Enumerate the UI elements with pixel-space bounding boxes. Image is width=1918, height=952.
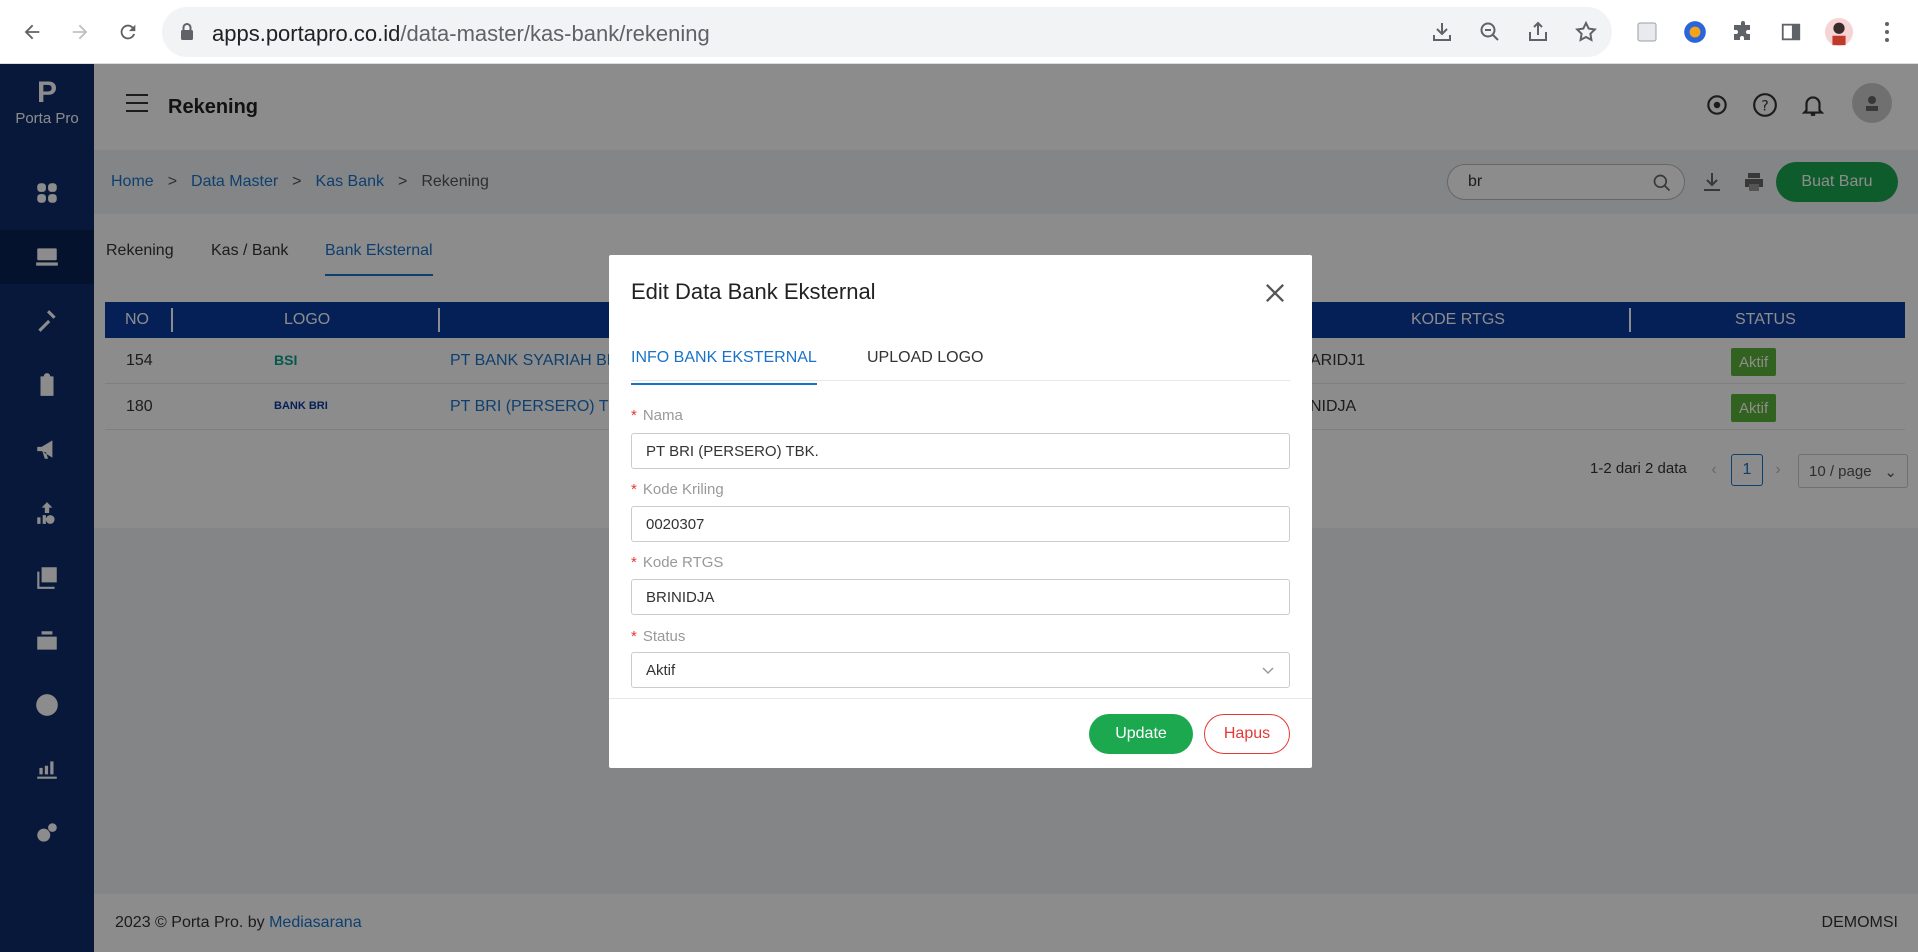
puzzle-icon[interactable]	[1728, 17, 1758, 47]
nama-label: * Nama	[631, 407, 683, 424]
required-mark: *	[631, 407, 637, 424]
status-select[interactable]: Aktif	[631, 652, 1290, 688]
edit-bank-modal: Edit Data Bank Eksternal INFO BANK EKSTE…	[609, 255, 1312, 768]
extension-icon[interactable]	[1632, 17, 1662, 47]
status-value: Aktif	[646, 662, 676, 679]
status-label-text: Status	[642, 628, 686, 645]
update-button[interactable]: Update	[1089, 714, 1193, 754]
nama-label-text: Nama	[642, 407, 683, 424]
address-bar[interactable]: apps.portapro.co.id/data-master/kas-bank…	[162, 7, 1612, 57]
kode-rtgs-input[interactable]	[631, 579, 1290, 615]
zoom-out-icon[interactable]	[1478, 20, 1502, 44]
kode-rtgs-label-text: Kode RTGS	[642, 554, 724, 571]
kode-kriling-label: * Kode Kriling	[631, 481, 724, 498]
tab-info-bank-eksternal[interactable]: INFO BANK EKSTERNAL	[631, 349, 817, 385]
delete-button[interactable]: Hapus	[1204, 714, 1290, 754]
share-icon[interactable]	[1526, 20, 1550, 44]
tab-upload-logo[interactable]: UPLOAD LOGO	[867, 349, 983, 367]
nama-input[interactable]	[631, 433, 1290, 469]
kode-kriling-label-text: Kode Kriling	[642, 481, 724, 498]
lock-icon	[181, 23, 193, 40]
required-mark: *	[631, 554, 637, 571]
required-mark: *	[631, 628, 637, 645]
browser-toolbar: apps.portapro.co.id/data-master/kas-bank…	[0, 0, 1918, 64]
reload-icon[interactable]	[110, 14, 146, 50]
back-icon[interactable]	[14, 14, 50, 50]
close-icon[interactable]	[1261, 279, 1289, 307]
side-panel-icon[interactable]	[1776, 17, 1806, 47]
status-label: * Status	[631, 628, 685, 645]
modal-footer-divider	[609, 698, 1312, 699]
modal-title: Edit Data Bank Eksternal	[631, 279, 876, 304]
profile-avatar-icon[interactable]	[1824, 17, 1854, 47]
kode-rtgs-label: * Kode RTGS	[631, 554, 723, 571]
kebab-menu-icon[interactable]	[1872, 17, 1902, 47]
required-mark: *	[631, 481, 637, 498]
url-text: apps.portapro.co.id/data-master/kas-bank…	[212, 21, 710, 46]
bookmark-star-icon[interactable]	[1574, 20, 1598, 44]
kode-kriling-input[interactable]	[631, 506, 1290, 542]
forward-icon[interactable]	[62, 14, 98, 50]
chevron-down-icon	[1262, 667, 1274, 675]
vpn-extension-icon[interactable]	[1680, 17, 1710, 47]
modal-tab-bar: INFO BANK EKSTERNAL UPLOAD LOGO	[631, 325, 1290, 385]
install-icon[interactable]	[1430, 20, 1454, 44]
